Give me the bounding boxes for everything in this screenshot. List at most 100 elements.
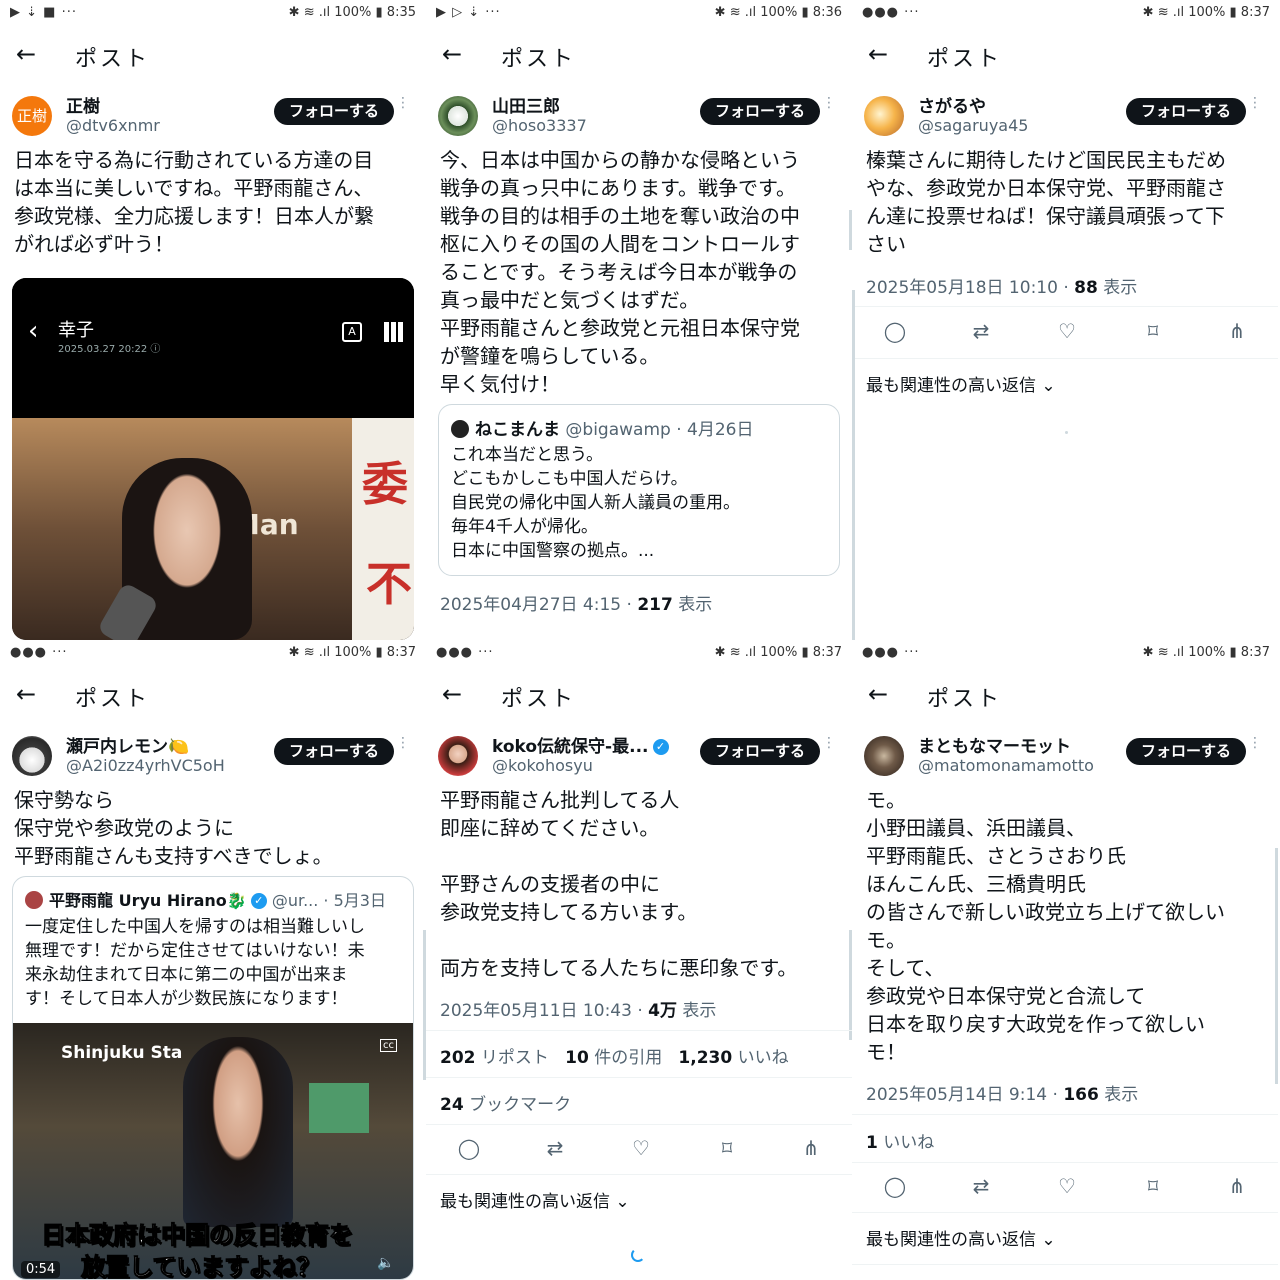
like-icon[interactable]: ♡ — [628, 1135, 654, 1161]
follow-button[interactable]: フォローする — [700, 98, 820, 125]
post-text: 今、日本は中国からの静かな侵略という 戦争の真っ只中にあります。戦争です。 戦争… — [440, 148, 800, 396]
follow-button[interactable]: フォローする — [274, 98, 394, 125]
captions-icon[interactable]: cc — [380, 1039, 397, 1052]
reply-sort[interactable]: 最も関連性の高い返信 ⌄ — [866, 371, 1056, 396]
like-icon[interactable]: ♡ — [1054, 1173, 1080, 1199]
more-icon[interactable]: ⋮ — [822, 736, 836, 750]
display-name[interactable]: まともなマーモット — [918, 732, 1071, 757]
reply-sort[interactable]: 最も関連性の高い返信 ⌄ — [866, 1225, 1056, 1250]
more-icon[interactable]: ⋮ — [396, 96, 410, 110]
post-date: 2025年04月27日 4:15 · — [440, 595, 638, 615]
post-meta: 2025年05月11日 10:43 · 4万 表示 — [440, 996, 716, 1021]
avatar[interactable]: 正樹 — [12, 96, 52, 136]
engagement-stats: 1 いいね — [866, 1128, 934, 1153]
quoted-handle: @ur... · 5月3日 — [271, 891, 386, 910]
loading-spinner — [1065, 431, 1068, 434]
bookmark-icon[interactable]: ⌑ — [1140, 318, 1166, 344]
status-bar: ●●● ··· ✱ ≋ .ıl 100% ▮ 8:37 — [852, 0, 1280, 26]
repost-icon[interactable]: ⇄ — [968, 318, 994, 344]
like-icon[interactable]: ♡ — [1054, 318, 1080, 344]
like-count[interactable]: 1,230 — [678, 1048, 732, 1068]
handle[interactable]: @A2i0zz4yrhVC5oH — [66, 756, 225, 775]
share-icon[interactable]: ⋔ — [798, 1135, 824, 1161]
quoted-post[interactable]: ねこまんま @bigawamp · 4月26日 これ本当だと思う。 どこもかしこ… — [438, 404, 840, 576]
reply-icon[interactable]: ◯ — [456, 1135, 482, 1161]
bookmark-icon[interactable]: ⌑ — [1140, 1173, 1166, 1199]
avatar[interactable] — [438, 96, 478, 136]
handle[interactable]: @kokohosyu — [492, 756, 593, 775]
avatar[interactable] — [438, 736, 478, 776]
top-nav: ← ポスト — [426, 670, 852, 720]
display-name[interactable]: さがるや — [918, 92, 986, 117]
follow-button[interactable]: フォローする — [700, 738, 820, 765]
page-title: ポスト — [501, 47, 577, 72]
page-title: ポスト — [75, 687, 151, 712]
more-icon[interactable]: ⋮ — [1248, 96, 1262, 110]
divider — [426, 1124, 852, 1125]
top-nav: ← ポスト — [852, 30, 1280, 80]
display-name[interactable]: 瀬戸内レモン🍋 — [66, 732, 189, 757]
banner-char-2: 不 — [366, 557, 412, 611]
quoted-name: ねこまんま — [475, 420, 560, 440]
back-arrow-icon[interactable]: ← — [442, 40, 462, 68]
media-title: 幸子 — [58, 320, 94, 341]
more-icon[interactable]: ⋮ — [822, 96, 836, 110]
share-icon[interactable]: ⋔ — [1224, 318, 1250, 344]
mute-icon[interactable]: 🔈 — [377, 1255, 394, 1271]
post-date: 2025年05月18日 10:10 · — [866, 278, 1075, 298]
top-nav: ← ポスト — [852, 670, 1280, 720]
reply-sort[interactable]: 最も関連性の高い返信 ⌄ — [440, 1187, 630, 1212]
reply-icon[interactable]: ◯ — [882, 1173, 908, 1199]
post-media[interactable]: ‹ 幸子 2025.03.27 20:22 ⓘ A Man 委 不 — [12, 278, 414, 640]
bookmark-icon[interactable]: ⌑ — [714, 1135, 740, 1161]
view-label: 表示 — [672, 595, 713, 615]
handle[interactable]: @matomonamamotto — [918, 756, 1094, 775]
more-icon[interactable]: ⋮ — [1248, 736, 1262, 750]
repost-icon[interactable]: ⇄ — [968, 1173, 994, 1199]
speaker-figure — [183, 1037, 293, 1227]
scrollbar[interactable] — [852, 290, 855, 640]
verified-badge-icon: ✓ — [652, 739, 669, 755]
quoted-avatar — [25, 891, 43, 909]
scrollbar[interactable] — [1275, 848, 1278, 1084]
display-name[interactable]: koko伝統保守-最... ✓ — [492, 732, 669, 757]
back-arrow-icon[interactable]: ← — [868, 680, 888, 708]
reply-icon[interactable]: ◯ — [882, 318, 908, 344]
back-arrow-icon[interactable]: ← — [16, 680, 36, 708]
handle[interactable]: @hoso3337 — [492, 116, 587, 135]
avatar[interactable] — [864, 736, 904, 776]
more-icon[interactable]: ⋮ — [396, 736, 410, 750]
translate-icon: A — [342, 322, 362, 342]
follow-button[interactable]: フォローする — [1126, 98, 1246, 125]
display-name[interactable]: 山田三郎 — [492, 92, 560, 117]
top-nav: ← ポスト — [0, 30, 426, 80]
back-arrow-icon[interactable]: ← — [868, 40, 888, 68]
handle[interactable]: @dtv6xnmr — [66, 116, 160, 135]
back-arrow-icon[interactable]: ← — [16, 40, 36, 68]
avatar[interactable] — [864, 96, 904, 136]
handle[interactable]: @sagaruya45 — [918, 116, 1028, 135]
bookmark-stats: 24 ブックマーク — [440, 1090, 571, 1115]
bookmark-count[interactable]: 24 — [440, 1095, 464, 1115]
quoted-avatar — [451, 420, 469, 438]
status-right: ✱ ≋ .ıl 100% ▮ 8:36 — [714, 5, 842, 20]
follow-button[interactable]: フォローする — [274, 738, 394, 765]
status-right: ✱ ≋ .ıl 100% ▮ 8:37 — [714, 645, 842, 660]
action-bar: ◯ ⇄ ♡ ⌑ ⋔ — [456, 1135, 826, 1165]
quoted-post[interactable]: 平野雨龍 Uryu Hirano🐉 ✓ @ur... · 5月3日 一度定住した中… — [12, 876, 414, 1280]
quote-count[interactable]: 10 — [565, 1048, 589, 1068]
share-icon[interactable]: ⋔ — [1224, 1173, 1250, 1199]
follow-button[interactable]: フォローする — [1126, 738, 1246, 765]
back-arrow-icon[interactable]: ← — [442, 680, 462, 708]
repost-count[interactable]: 202 — [440, 1048, 476, 1068]
repost-icon[interactable]: ⇄ — [542, 1135, 568, 1161]
quoted-video[interactable]: Shinjuku Sta cc 日本政府は中国の反日教育を 放置していますよね？… — [13, 1023, 413, 1279]
chevron-down-icon: ⌄ — [615, 1192, 630, 1212]
avatar[interactable] — [12, 736, 52, 776]
like-count[interactable]: 1 — [866, 1133, 878, 1153]
quoted-text: これ本当だと思う。 どこもかしこも中国人だらけ。 自民党の帰化中国人新人議員の重… — [451, 445, 740, 561]
divider — [426, 1030, 852, 1031]
display-name[interactable]: 正樹 — [66, 92, 100, 117]
panel-6: ●●● ··· ✱ ≋ .ıl 100% ▮ 8:37 ← ポスト まともなマーモッ… — [852, 640, 1280, 1280]
view-label: 表示 — [1098, 1085, 1139, 1105]
